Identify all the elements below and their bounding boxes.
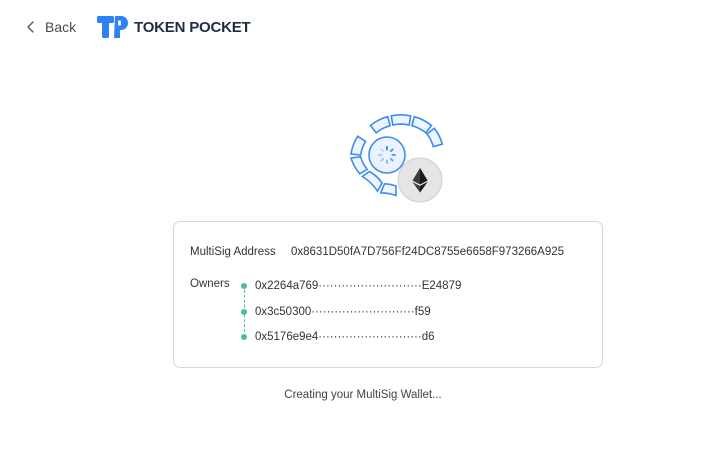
owner-address: 0x3c50300···························f59 xyxy=(255,306,431,318)
owner-status-dot xyxy=(241,334,247,340)
owner-item: 0x2264a769···························E24… xyxy=(241,280,461,292)
owner-status-dot xyxy=(241,283,247,289)
chevron-left-icon xyxy=(27,21,34,33)
back-button[interactable]: Back xyxy=(26,17,76,37)
brand-logo: TOKEN POCKET xyxy=(97,14,251,40)
multisig-info-card: MultiSig Address 0x8631D50fA7D756Ff24DC8… xyxy=(173,221,603,368)
inner-circle xyxy=(368,136,406,174)
owner-item: 0x3c50300···························f59 xyxy=(241,306,431,318)
multisig-address-label: MultiSig Address xyxy=(190,246,276,258)
owner-address: 0x2264a769···························E24… xyxy=(255,280,462,292)
owner-item: 0x5176e9e4···························d6 xyxy=(241,331,435,343)
multisig-address-row: MultiSig Address 0x8631D50fA7D756Ff24DC8… xyxy=(190,246,564,258)
owner-status-dot xyxy=(241,309,247,315)
multisig-address-value: 0x8631D50fA7D756Ff24DC8755e6658F973266A9… xyxy=(291,246,565,258)
brand-name: TOKEN POCKET xyxy=(134,18,251,36)
tokenpocket-logo-icon xyxy=(97,16,128,38)
back-label: Back xyxy=(45,19,77,35)
creation-status-text: Creating your MultiSig Wallet... xyxy=(284,389,442,401)
owner-address: 0x5176e9e4···························d6 xyxy=(255,331,435,343)
wallet-creation-graphic xyxy=(349,114,444,203)
owners-label: Owners xyxy=(190,278,230,290)
multisig-creation-page: Back TOKEN POCKET MultiSig Address 0x863… xyxy=(0,0,726,450)
